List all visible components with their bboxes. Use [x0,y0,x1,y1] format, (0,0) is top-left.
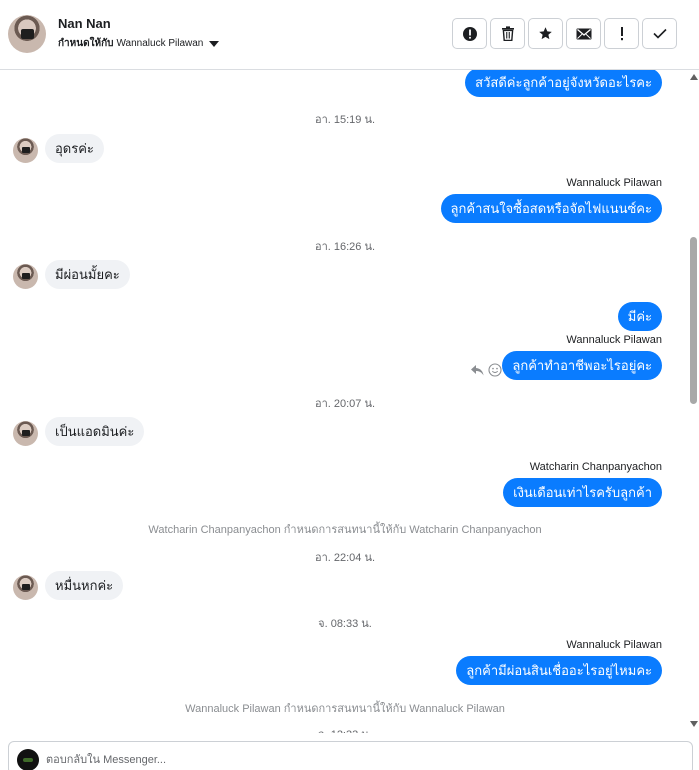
report-button[interactable] [452,18,487,49]
incoming-message[interactable]: เป็นแอดมินค่ะ [45,417,145,446]
done-button[interactable] [642,18,677,49]
mark-unread-button[interactable] [566,18,601,49]
assignee-name: Wannaluck Pilawan [116,38,204,49]
sender-name: Wannaluck Pilawan [566,177,662,189]
incoming-message[interactable]: อุดรค่ะ [45,134,104,163]
reply-input[interactable] [46,750,646,770]
caret-down-icon [209,40,220,47]
exclamation-icon [620,26,624,41]
envelope-icon [576,28,592,40]
scroll-up-arrow-icon[interactable] [690,74,698,80]
scroll-down-arrow-icon[interactable] [690,721,698,727]
sender-name: Wannaluck Pilawan [566,639,662,651]
scrollbar-thumb[interactable] [690,237,697,404]
timestamp: จ. 12:33 น. [0,725,690,733]
star-button[interactable] [528,18,563,49]
outgoing-message[interactable]: เงินเดือนเท่าไรครับลูกค้า [503,478,662,507]
timestamp: อา. 16:26 น. [314,241,376,253]
assignment-notice: Watcharin Chanpanyachon กำหนดการสนทนานี้… [148,524,542,536]
exclamation-circle-icon [462,26,478,42]
outgoing-message[interactable]: ลูกค้าทำอาชีพอะไรอยู่คะ [502,351,662,380]
timestamp: อา. 15:19 น. [314,114,376,126]
message-thread: สวัสดีค่ะลูกค้าอยู่จังหวัดอะไรคะ อา. 15:… [0,70,699,733]
reply-composer [8,741,693,770]
contact-avatar[interactable] [8,15,46,53]
delete-button[interactable] [490,18,525,49]
reply-icon[interactable] [470,363,484,377]
inbox-conversation-view: Nan Nan กำหนดให้กับ Wannaluck Pilawan สว… [0,0,699,770]
trash-icon [501,26,515,41]
timestamp: จ. 08:33 น. [318,618,372,630]
timestamp: อา. 20:07 น. [314,398,376,410]
incoming-message[interactable]: หมื่นหกค่ะ [45,571,124,600]
thread-scrollbar[interactable] [688,70,699,733]
assignee-dropdown[interactable]: กำหนดให้กับ Wannaluck Pilawan [58,36,220,51]
timestamp: อา. 22:04 น. [314,552,376,564]
assignment-notice: Wannaluck Pilawan กำหนดการสนทนานี้ให้กับ… [185,703,505,715]
emoji-reaction-icon[interactable] [488,363,502,377]
checkmark-icon [652,28,667,39]
contact-avatar-small [13,264,38,289]
contact-avatar-small [13,138,38,163]
contact-name[interactable]: Nan Nan [58,16,111,31]
incoming-message[interactable]: มีผ่อนมั้ยคะ [45,260,130,289]
important-button[interactable] [604,18,639,49]
contact-avatar-small [13,575,38,600]
sender-name: Watcharin Chanpanyachon [529,461,662,473]
conversation-header: Nan Nan กำหนดให้กับ Wannaluck Pilawan [0,0,699,70]
outgoing-message[interactable]: มีค่ะ [617,302,662,331]
contact-avatar-small [13,421,38,446]
outgoing-message[interactable]: ลูกค้ามีผ่อนสินเชื่ออะไรอยู่ไหมคะ [456,656,662,685]
outgoing-message[interactable]: ลูกค้าสนใจซื้อสดหรือจัดไฟแนนซ์คะ [440,194,662,223]
page-avatar [17,749,39,770]
outgoing-message[interactable]: สวัสดีค่ะลูกค้าอยู่จังหวัดอะไรคะ [465,70,662,97]
star-icon [538,26,553,41]
sender-name: Wannaluck Pilawan [566,334,662,346]
assigned-label: กำหนดให้กับ [58,38,114,49]
